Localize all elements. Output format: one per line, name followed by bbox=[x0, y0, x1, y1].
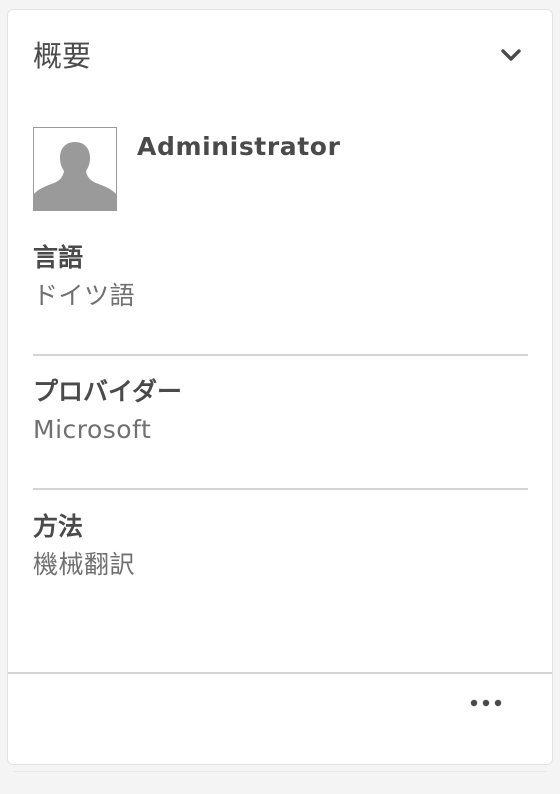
field-label: プロバイダー bbox=[33, 377, 183, 406]
user-silhouette-icon bbox=[34, 142, 116, 210]
card-footer bbox=[8, 672, 552, 764]
field-value: 機械翻訳 bbox=[33, 550, 136, 579]
field-label: 言語 bbox=[33, 243, 84, 272]
field-language: 言語 ドイツ語 bbox=[33, 241, 528, 313]
chevron-down-icon bbox=[501, 49, 521, 61]
divider bbox=[33, 488, 528, 490]
summary-card: 概要 Administrator 言語 ドイツ語 プロバイダー Microsof… bbox=[7, 9, 553, 765]
field-value: Microsoft bbox=[33, 415, 152, 444]
field-provider: プロバイダー Microsoft bbox=[33, 375, 528, 447]
more-horizontal-icon bbox=[470, 699, 502, 707]
user-row: Administrator bbox=[33, 127, 527, 211]
avatar bbox=[33, 127, 117, 211]
field-label: 方法 bbox=[33, 512, 84, 541]
page: 概要 Administrator 言語 ドイツ語 プロバイダー Microsof… bbox=[0, 0, 560, 794]
card-header: 概要 bbox=[8, 10, 552, 106]
user-name: Administrator bbox=[137, 132, 341, 161]
card-title: 概要 bbox=[33, 39, 92, 73]
field-value: ドイツ語 bbox=[33, 281, 136, 310]
more-options-button[interactable] bbox=[466, 688, 506, 718]
bottom-divider bbox=[14, 771, 546, 772]
collapse-button[interactable] bbox=[496, 40, 526, 70]
divider bbox=[33, 354, 528, 356]
field-method: 方法 機械翻訳 bbox=[33, 510, 528, 582]
